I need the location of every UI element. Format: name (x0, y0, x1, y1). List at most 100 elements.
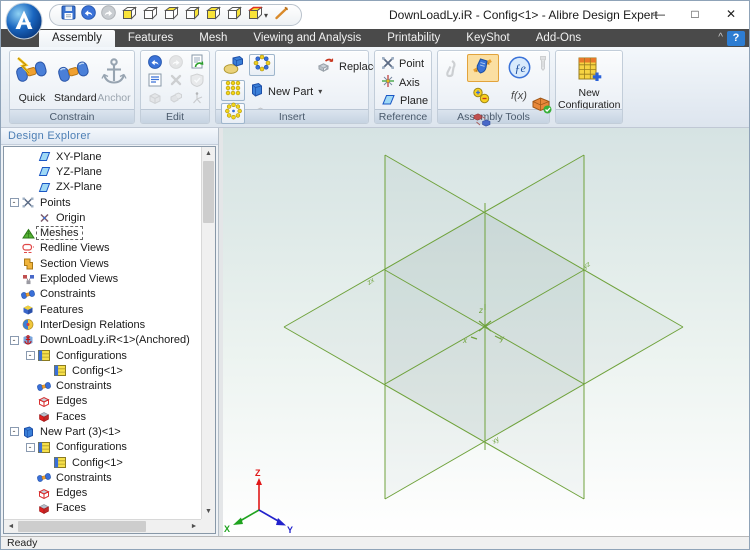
fx-parameters-button[interactable]: f(x) (511, 90, 527, 102)
undo-button[interactable] (144, 55, 165, 73)
tree-item-redline-views[interactable]: Redline Views (4, 241, 201, 256)
tree-vertical-scrollbar[interactable]: ▲ ▼ (201, 147, 215, 519)
tab-features[interactable]: Features (115, 30, 186, 47)
reference-axis-button[interactable]: Axis (381, 74, 428, 93)
circular-pattern-button[interactable] (221, 103, 245, 124)
minus-box-icon[interactable]: - (26, 443, 35, 452)
new-configuration-button[interactable]: New Configuration (558, 53, 620, 111)
tree-item-yz-plane[interactable]: YZ-Plane (4, 164, 201, 179)
tab-printability[interactable]: Printability (374, 30, 453, 47)
reference-point-label: Point (399, 58, 424, 70)
tree-item-constraints[interactable]: Constraints (4, 287, 201, 302)
tree-item-configurations[interactable]: -Configurations (4, 348, 201, 363)
tree-item-faces[interactable]: Faces (4, 409, 201, 424)
view-top-button[interactable] (204, 6, 222, 24)
standard-constraint-button[interactable]: Standard (54, 54, 94, 109)
view-left-button[interactable] (162, 6, 180, 24)
tree-item-edges[interactable]: Edges (4, 486, 201, 501)
horizontal-scroll-thumb[interactable] (18, 521, 146, 532)
measure-button[interactable] (272, 6, 291, 24)
view-iso-button[interactable]: ▾ (246, 6, 269, 24)
tree-item-zx-plane[interactable]: ZX-Plane (4, 180, 201, 195)
tree-item-features[interactable]: Features (4, 302, 201, 317)
tree-item-constraints[interactable]: Constraints (4, 470, 201, 485)
measure-button[interactable] (467, 54, 499, 82)
redo-button[interactable] (165, 55, 186, 73)
quick-constraint-button[interactable]: Quick (12, 54, 52, 109)
tree-item-constraints[interactable]: Constraints (4, 378, 201, 393)
tab-viewing-and-analysis[interactable]: Viewing and Analysis (240, 30, 374, 47)
tree-item-origin[interactable]: Origin (4, 210, 201, 225)
tree-item-xy-plane[interactable]: XY-Plane (4, 149, 201, 164)
scroll-down-icon[interactable]: ▼ (202, 505, 215, 519)
save-button[interactable] (60, 6, 77, 24)
tab-assembly[interactable]: Assembly (39, 30, 115, 47)
suppress-button[interactable] (186, 73, 207, 91)
view-front-button[interactable] (120, 6, 138, 24)
update-design-button[interactable] (186, 55, 207, 73)
reference-plane-button[interactable]: Plane (381, 92, 428, 111)
move-part-button[interactable] (144, 91, 165, 109)
delete-button[interactable] (165, 73, 186, 91)
tree-item-configurations[interactable]: -Configurations (4, 440, 201, 455)
degrees-of-freedom-button[interactable] (186, 91, 207, 109)
maximize-button[interactable]: □ (677, 1, 713, 29)
scroll-left-icon[interactable]: ◄ (4, 520, 18, 533)
replace-button[interactable]: Replace (316, 57, 379, 76)
redo-button[interactable] (100, 6, 117, 24)
view-bottom-button[interactable] (225, 6, 243, 24)
tree-item-interdesign-relations[interactable]: InterDesign Relations (4, 317, 201, 332)
tree-item-config-1[interactable]: Config<1> (4, 363, 201, 378)
tree-horizontal-scrollbar[interactable]: ◄ ► (4, 519, 201, 533)
help-button[interactable]: ? (727, 31, 745, 46)
scroll-right-icon[interactable]: ► (187, 520, 201, 533)
show-hide-button[interactable] (471, 87, 492, 109)
tree-item-edges[interactable]: Edges (4, 394, 201, 409)
tree-item-new-part-3-1[interactable]: -New Part (3)<1> (4, 424, 201, 439)
physical-properties-button[interactable] (531, 95, 552, 119)
minimize-button[interactable]: — (641, 1, 677, 29)
view-back-button[interactable] (141, 6, 159, 24)
close-button[interactable]: ✕ (713, 1, 749, 29)
undo-button[interactable] (80, 6, 97, 24)
properties-button[interactable] (144, 73, 165, 91)
expander-minus-icon[interactable]: - (8, 427, 20, 436)
vertical-scroll-thumb[interactable] (203, 161, 214, 223)
tab-add-ons[interactable]: Add-Ons (523, 30, 594, 47)
scroll-up-icon[interactable]: ▲ (202, 147, 215, 161)
tree-item-points[interactable]: -Points (4, 195, 201, 210)
viewport-canvas[interactable]: zxyzxyzxyZXY (223, 128, 749, 536)
plane-icon (36, 166, 52, 177)
copy-part-button[interactable] (165, 91, 186, 109)
minus-box-icon[interactable]: - (10, 336, 19, 345)
tree-item-exploded-views[interactable]: Exploded Views (4, 271, 201, 286)
tab-keyshot[interactable]: KeyShot (453, 30, 522, 47)
view-right-button[interactable] (183, 6, 201, 24)
expander-minus-icon[interactable]: - (24, 351, 36, 360)
tree-item-config-1[interactable]: Config<1> (4, 455, 201, 470)
tree-item-downloadly-ir-1-anchored[interactable]: -DownLoadLy.iR<1>(Anchored) (4, 333, 201, 348)
tree-item-section-views[interactable]: Section Views (4, 256, 201, 271)
reference-point-button[interactable]: Point (381, 55, 428, 74)
minus-box-icon[interactable]: - (10, 198, 19, 207)
tab-mesh[interactable]: Mesh (186, 30, 240, 47)
expander-minus-icon[interactable]: - (24, 443, 36, 452)
new-part-button[interactable]: New Part ▾ (250, 82, 322, 101)
alibre-logo-icon[interactable] (5, 2, 43, 40)
anchor-button[interactable]: Anchor (94, 54, 134, 109)
degrees-of-freedom-icon (190, 91, 204, 110)
expander-minus-icon[interactable]: - (8, 336, 20, 345)
tree-item-faces[interactable]: Faces (4, 501, 201, 516)
minus-box-icon[interactable]: - (26, 351, 35, 360)
minus-box-icon[interactable]: - (10, 427, 19, 436)
linear-pattern-button[interactable] (221, 80, 245, 101)
equation-editor-button[interactable]: ƒe (508, 56, 531, 84)
tree-item-meshes[interactable]: Meshes (4, 225, 201, 240)
ribbon-collapse-button[interactable]: ^ (718, 32, 723, 43)
insert-part-button[interactable] (221, 56, 247, 78)
expander-minus-icon[interactable]: - (8, 198, 20, 207)
mirror-button[interactable] (249, 54, 275, 76)
dropdown-caret-icon[interactable]: ▾ (264, 11, 268, 20)
bolt-button[interactable] (534, 55, 552, 77)
clamp-button[interactable] (443, 59, 459, 84)
